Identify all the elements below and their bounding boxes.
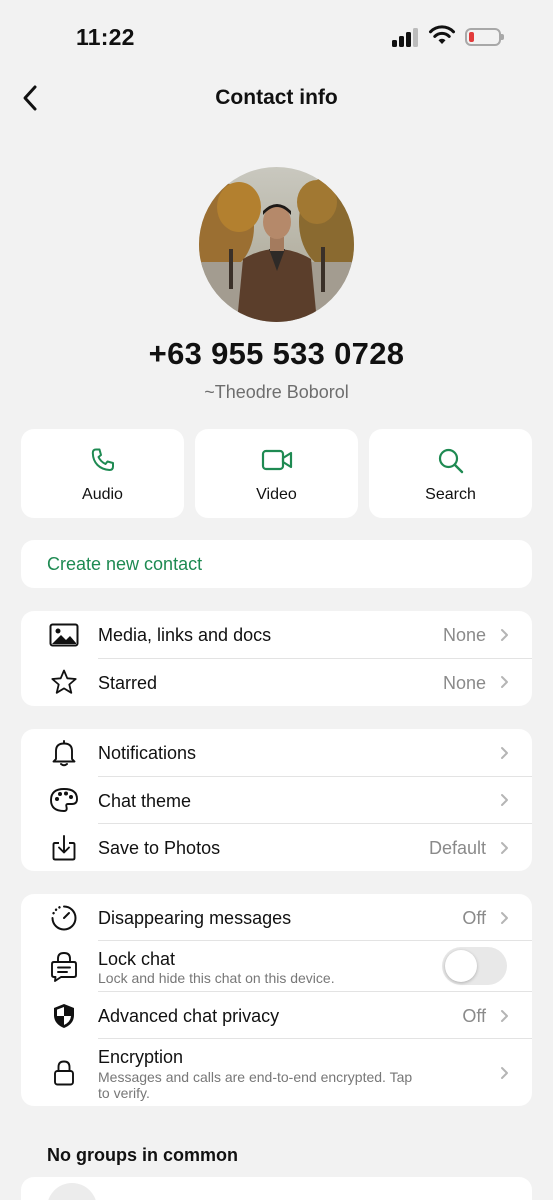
encryption-row[interactable]: Encryption Messages and calls are end-to… xyxy=(21,1039,532,1106)
lock-chat-toggle[interactable] xyxy=(442,947,507,985)
row-subtitle: Lock and hide this chat on this device. xyxy=(98,970,335,986)
save-download-icon xyxy=(52,834,76,861)
disappearing-messages-row[interactable]: Disappearing messages Off xyxy=(21,894,532,941)
row-label: Encryption xyxy=(98,1047,184,1067)
timer-icon xyxy=(51,905,77,930)
groups-in-common-header: No groups in common xyxy=(47,1145,238,1165)
row-label: Media, links and docs xyxy=(98,625,272,645)
create-new-contact-button[interactable]: Create new contact xyxy=(21,540,532,588)
save-to-photos-row[interactable]: Save to Photos Default xyxy=(21,824,532,871)
image-icon xyxy=(49,623,79,647)
row-label: Advanced chat privacy xyxy=(98,1006,280,1026)
row-value: Default xyxy=(428,838,486,858)
starred-row[interactable]: Starred None xyxy=(21,659,532,707)
row-value: None xyxy=(442,672,486,693)
chevron-right-icon xyxy=(501,1066,508,1079)
lock-chat-icon xyxy=(51,951,77,982)
chevron-right-icon xyxy=(501,841,508,854)
search-label: Search xyxy=(425,486,476,503)
contact-phone-number: +63 955 533 0728 xyxy=(148,336,405,371)
battery-icon xyxy=(465,28,504,46)
row-label: Save to Photos xyxy=(98,838,221,858)
row-label: Chat theme xyxy=(98,790,192,811)
notifications-row[interactable]: Notifications xyxy=(21,729,532,777)
row-value: None xyxy=(442,625,486,645)
chevron-right-icon xyxy=(501,628,508,641)
chevron-right-icon xyxy=(501,1009,508,1022)
audio-label: Audio xyxy=(82,486,123,503)
group-avatar-placeholder xyxy=(47,1183,97,1200)
row-label: Starred xyxy=(98,672,158,693)
row-label: Notifications xyxy=(98,743,197,763)
privacy-group: Disappearing messages Off Lock chat Lock… xyxy=(21,894,532,1106)
star-icon xyxy=(51,669,77,694)
advanced-chat-privacy-row[interactable]: Advanced chat privacy Off xyxy=(21,992,532,1039)
video-call-button[interactable]: Video xyxy=(195,429,358,518)
row-subtitle-line2: to verify. xyxy=(98,1085,150,1101)
chevron-right-icon xyxy=(501,676,508,689)
media-starred-group: Media, links and docs None Starred None xyxy=(21,611,532,706)
navigation-bar: Contact info xyxy=(0,70,553,126)
row-label: Lock chat xyxy=(98,949,176,969)
search-button[interactable]: Search xyxy=(369,429,532,518)
profile-photo xyxy=(199,167,354,322)
chat-theme-row[interactable]: Chat theme xyxy=(21,777,532,824)
row-subtitle-line1: Messages and calls are end-to-end encryp… xyxy=(98,1069,413,1085)
bell-icon xyxy=(52,739,76,766)
status-bar: 11:22 xyxy=(0,0,553,70)
shield-icon xyxy=(54,1003,74,1028)
status-time: 11:22 xyxy=(76,24,135,50)
wifi-icon xyxy=(429,25,455,44)
toggle-knob xyxy=(445,950,477,982)
settings-group: Notifications Chat theme Save to Photos … xyxy=(21,729,532,871)
create-new-contact-label: Create new contact xyxy=(47,554,203,574)
audio-call-button[interactable]: Audio xyxy=(21,429,184,518)
groups-in-common-card[interactable] xyxy=(21,1177,532,1200)
video-camera-icon xyxy=(261,449,292,471)
page-title: Contact info xyxy=(215,86,338,109)
phone-icon xyxy=(91,448,114,471)
search-icon xyxy=(438,448,463,474)
avatar[interactable] xyxy=(199,167,354,322)
video-label: Video xyxy=(256,486,297,503)
row-value: Off xyxy=(462,908,486,928)
row-label: Disappearing messages xyxy=(98,908,292,928)
chevron-right-icon xyxy=(501,911,508,924)
chevron-right-icon xyxy=(501,746,508,759)
palette-icon xyxy=(50,788,78,813)
contact-push-name: ~Theodre Boborol xyxy=(204,382,349,402)
lock-icon xyxy=(54,1060,74,1085)
lock-chat-row: Lock chat Lock and hide this chat on thi… xyxy=(21,941,532,992)
row-value: Off xyxy=(462,1006,486,1026)
media-links-docs-row[interactable]: Media, links and docs None xyxy=(21,611,532,659)
chevron-right-icon xyxy=(501,794,508,807)
cellular-signal-icon xyxy=(392,27,422,47)
